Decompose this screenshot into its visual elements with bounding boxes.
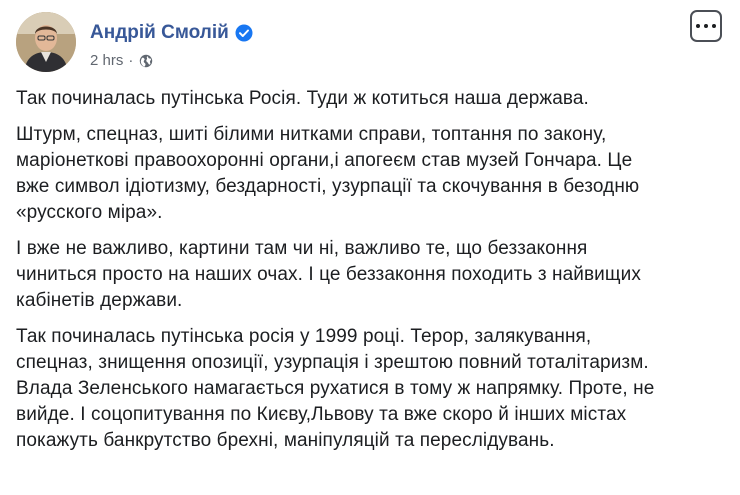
more-options-icon bbox=[696, 24, 716, 28]
post-meta: Андрій Смолій 2 hrs · bbox=[90, 22, 253, 69]
author-avatar[interactable] bbox=[16, 12, 76, 72]
post-paragraph-4: Так починалась путінська росія у 1999 ро… bbox=[16, 326, 655, 451]
post-timestamp[interactable]: 2 hrs bbox=[90, 52, 123, 69]
globe-icon[interactable] bbox=[139, 54, 153, 68]
post-header: Андрій Смолій 2 hrs · bbox=[16, 12, 253, 72]
facebook-post: Андрій Смолій 2 hrs · Так починалась пут… bbox=[0, 0, 740, 495]
author-row: Андрій Смолій bbox=[90, 22, 253, 44]
author-name[interactable]: Андрій Смолій bbox=[90, 22, 229, 44]
time-separator: · bbox=[128, 52, 134, 69]
verified-badge-icon bbox=[235, 24, 253, 42]
post-paragraph-2: Штурм, спецназ, шиті білими нитками спра… bbox=[16, 124, 640, 223]
post-content: Так починалась путінська Росія. Туди ж к… bbox=[16, 86, 721, 464]
more-options-button[interactable] bbox=[690, 10, 722, 42]
post-time-row: 2 hrs · bbox=[90, 52, 253, 69]
post-paragraph-1: Так починалась путінська Росія. Туди ж к… bbox=[16, 88, 589, 109]
post-paragraph-3: І вже не важливо, картини там чи ні, важ… bbox=[16, 238, 641, 311]
